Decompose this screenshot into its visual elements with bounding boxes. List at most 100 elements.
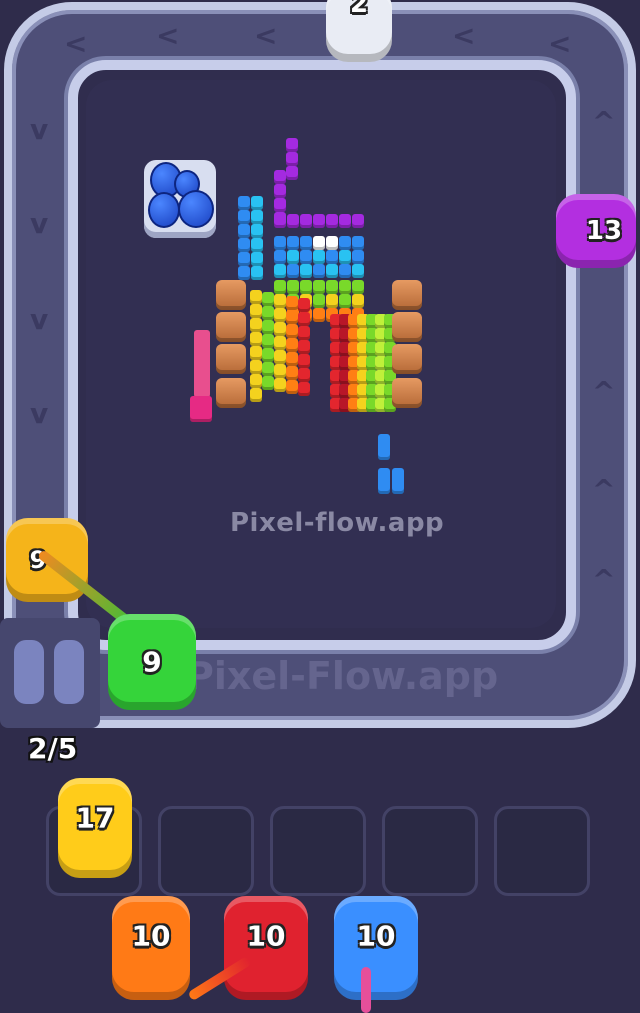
pixel-block [313, 264, 325, 278]
pig-count: 10 [356, 919, 396, 953]
pixel-block [298, 368, 310, 382]
pixel-block [352, 214, 364, 228]
wood-block [216, 378, 246, 408]
waiting-pig-orange[interactable]: 10 [112, 896, 190, 1000]
pixel-block [251, 238, 263, 252]
pixel-block [352, 250, 364, 264]
pixel-block [250, 374, 262, 388]
watermark: Pixel-flow.app [230, 508, 445, 538]
pixel-block [286, 352, 298, 366]
wood-block [216, 280, 246, 310]
dispenser-roller [54, 640, 84, 704]
pixel-block [274, 184, 286, 198]
pixel-block [352, 280, 364, 294]
pixel-block [262, 348, 274, 362]
pixel-block [287, 264, 299, 278]
dispenser-roller [14, 640, 44, 704]
slot-4[interactable] [382, 806, 478, 896]
pixel-block [274, 170, 286, 184]
pixel-block [313, 236, 325, 250]
pixel-block [274, 364, 286, 378]
pig-count: 2 [349, 0, 369, 19]
pixel-block [274, 322, 286, 336]
pixel-block [262, 292, 274, 306]
pixel-block [352, 294, 364, 308]
pig-count: 10 [131, 919, 171, 953]
link-string [361, 967, 371, 1013]
pixel-block [274, 350, 286, 364]
pixel-block [251, 196, 263, 210]
pixel-block [287, 280, 299, 294]
held-pig-yellow[interactable]: 17 [58, 778, 132, 878]
pixel-block [287, 214, 299, 228]
pixel-block [298, 326, 310, 340]
pixel-block [298, 312, 310, 326]
pixel-block [300, 236, 312, 250]
slot-5[interactable] [494, 806, 590, 896]
pixel-block [286, 324, 298, 338]
pixel-block [274, 214, 286, 228]
pixel-block [326, 264, 338, 278]
pixel-block [287, 236, 299, 250]
pixel-block [352, 264, 364, 278]
waiting-pig-blue[interactable]: 10 [334, 896, 418, 1000]
pixel-block [326, 236, 338, 250]
pixel-block [262, 306, 274, 320]
belt-pig-white[interactable]: 2 [326, 0, 392, 62]
pixel-block [286, 380, 298, 394]
pixel-block [286, 310, 298, 324]
pixel-block [326, 214, 338, 228]
pixel-block [274, 280, 286, 294]
pixel-block [326, 250, 338, 264]
pixel-block [300, 280, 312, 294]
pixel-block [274, 378, 286, 392]
waiting-pig-red[interactable]: 10 [224, 896, 308, 1000]
belt-pig-green[interactable]: 9 [108, 614, 196, 710]
pixel-block [250, 318, 262, 332]
pixel-block [262, 334, 274, 348]
wood-block [392, 378, 422, 408]
pig-count: 10 [246, 919, 286, 953]
pixel-block [262, 376, 274, 390]
pixel-block [250, 332, 262, 346]
pig-count: 9 [142, 645, 162, 679]
pixel-block [286, 296, 298, 310]
pixel-block [378, 468, 390, 494]
wood-block [392, 280, 422, 310]
pixel-block [298, 298, 310, 312]
pixel-block [300, 250, 312, 264]
pixel-block [250, 388, 262, 402]
pixel-block [274, 294, 286, 308]
pixel-block [313, 308, 325, 322]
pixel-block [339, 250, 351, 264]
pixel-block [300, 264, 312, 278]
pig-count: 17 [75, 801, 115, 835]
slot-3[interactable] [270, 806, 366, 896]
pixel-block [339, 264, 351, 278]
wood-block [216, 312, 246, 342]
pixel-block [286, 166, 298, 180]
pixel-block [238, 224, 250, 238]
pixel-block [286, 138, 298, 152]
pixel-block [339, 214, 351, 228]
pixel-block [300, 214, 312, 228]
pixel-block [250, 346, 262, 360]
pixel-block [313, 214, 325, 228]
pixel-block [274, 250, 286, 264]
pixel-block [250, 304, 262, 318]
queue-counter: 2/5 [28, 732, 78, 765]
pixel-block [274, 236, 286, 250]
pixel-block [251, 224, 263, 238]
wood-block [392, 344, 422, 374]
pixel-block [238, 210, 250, 224]
pixel-block [274, 198, 286, 212]
pixel-block [378, 434, 390, 460]
pixel-block [194, 330, 210, 400]
slot-2[interactable] [158, 806, 254, 896]
pixel-block [298, 382, 310, 396]
pixel-block [238, 238, 250, 252]
belt-pig-purple[interactable]: 13 [556, 194, 636, 268]
pixel-block [274, 308, 286, 322]
pixel-block [238, 252, 250, 266]
pixel-block [286, 338, 298, 352]
